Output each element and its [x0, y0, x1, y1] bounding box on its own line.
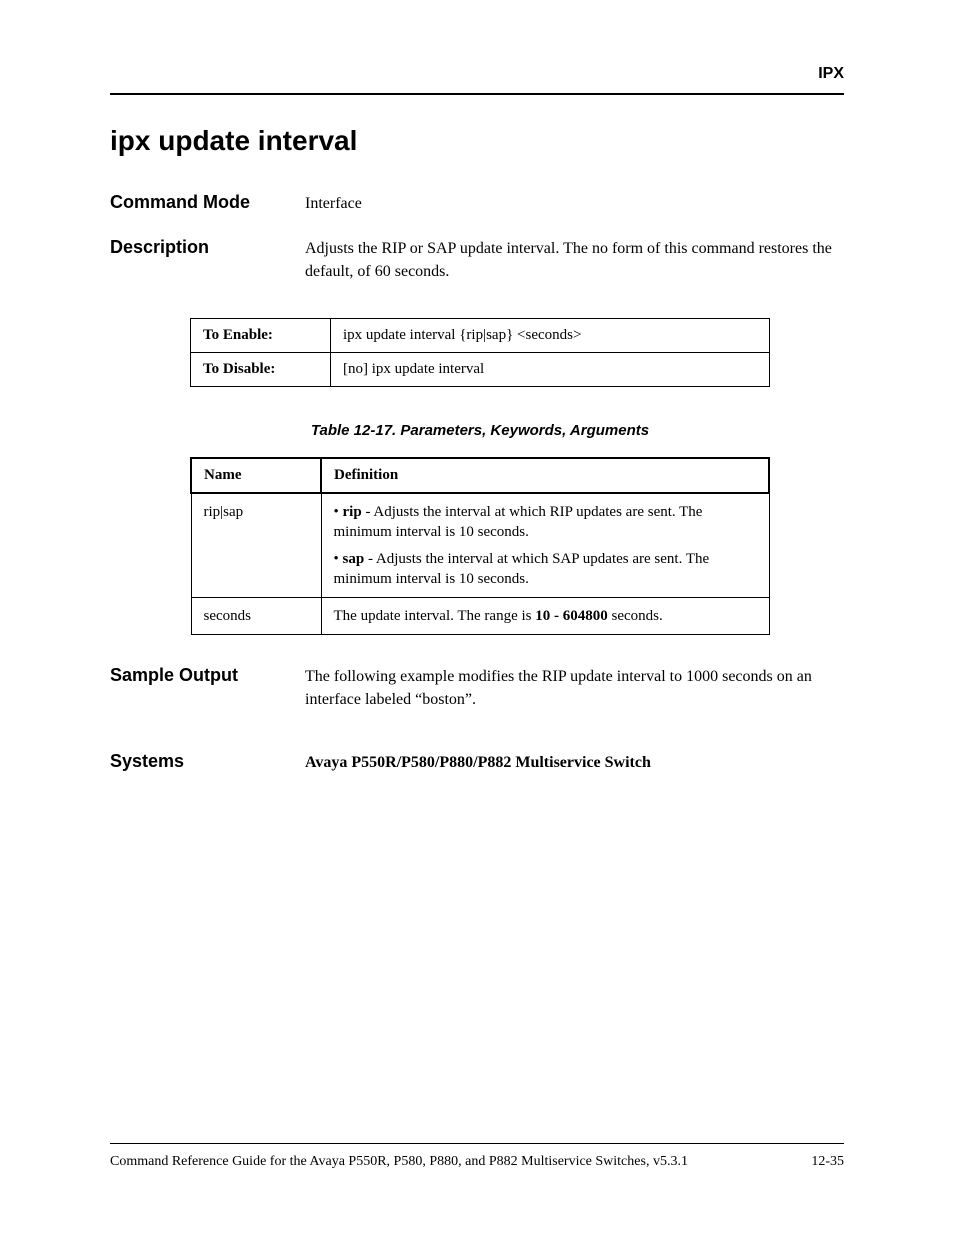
def-text: seconds. — [608, 608, 663, 624]
command-mode-label: Command Mode — [110, 192, 305, 213]
table-row: To Disable: [no] ipx update interval — [191, 353, 770, 387]
description-value: Adjusts the RIP or SAP update interval. … — [305, 238, 844, 283]
param-name: rip|sap — [191, 493, 321, 598]
def-text: - Adjusts the interval at which RIP upda… — [334, 504, 703, 540]
command-mode-row: Command Mode Interface — [110, 192, 844, 215]
def-bold: 10 - 604800 — [535, 608, 608, 624]
page-footer: Command Reference Guide for the Avaya P5… — [110, 1143, 844, 1170]
param-definition: • rip - Adjusts the interval at which RI… — [321, 493, 769, 598]
def-bold: rip — [343, 504, 362, 520]
params-table: Name Definition rip|sap • rip - Adjusts … — [190, 457, 770, 635]
sample-output-row: Sample Output The following example modi… — [110, 665, 844, 711]
def-text: - Adjusts the interval at which SAP upda… — [334, 551, 710, 587]
systems-row: Systems Avaya P550R/P580/P880/P882 Multi… — [110, 751, 844, 774]
footer-page-number: 12-35 — [811, 1154, 844, 1170]
disable-value: [no] ipx update interval — [331, 353, 770, 387]
header-section-label: IPX — [110, 65, 844, 83]
name-header: Name — [191, 458, 321, 493]
definition-header: Definition — [321, 458, 769, 493]
syntax-table: To Enable: ipx update interval {rip|sap}… — [190, 318, 770, 387]
enable-value: ipx update interval {rip|sap} <seconds> — [331, 319, 770, 353]
def-bold: sap — [343, 551, 365, 567]
footer-rule — [110, 1143, 844, 1144]
page-title: ipx update interval — [110, 125, 844, 157]
def-text: The update interval. The range is — [334, 608, 536, 624]
footer-guide-title: Command Reference Guide for the Avaya P5… — [110, 1154, 688, 1170]
command-mode-value: Interface — [305, 193, 844, 215]
param-definition: The update interval. The range is 10 - 6… — [321, 598, 769, 635]
table-row: seconds The update interval. The range i… — [191, 598, 769, 635]
table-row: To Enable: ipx update interval {rip|sap}… — [191, 319, 770, 353]
sample-output-label: Sample Output — [110, 665, 305, 686]
table-row: rip|sap • rip - Adjusts the interval at … — [191, 493, 769, 598]
param-name: seconds — [191, 598, 321, 635]
description-label: Description — [110, 237, 305, 258]
sample-output-value: The following example modifies the RIP u… — [305, 666, 844, 711]
params-table-caption: Table 12-17. Parameters, Keywords, Argum… — [190, 422, 770, 439]
table-header-row: Name Definition — [191, 458, 769, 493]
systems-value: Avaya P550R/P580/P880/P882 Multiservice … — [305, 752, 844, 774]
systems-label: Systems — [110, 751, 305, 772]
disable-label: To Disable: — [191, 353, 331, 387]
enable-label: To Enable: — [191, 319, 331, 353]
description-row: Description Adjusts the RIP or SAP updat… — [110, 237, 844, 283]
top-rule — [110, 93, 844, 95]
